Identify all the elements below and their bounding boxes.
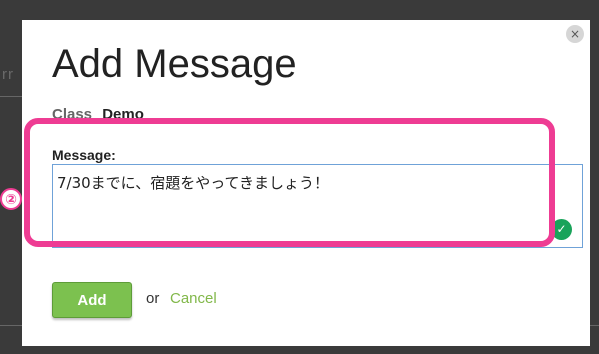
modal-title: Add Message	[52, 42, 297, 86]
message-label: Message:	[52, 147, 116, 163]
close-icon[interactable]: ×	[566, 25, 584, 43]
class-value: Demo	[102, 106, 144, 123]
background-divider	[590, 325, 599, 326]
add-button[interactable]: Add	[52, 282, 132, 318]
background-divider	[0, 96, 22, 97]
or-text: or	[146, 290, 160, 307]
modal-backdrop-bottom	[0, 346, 599, 354]
add-message-modal: × Add Message Class Demo Message: 7/30まで…	[22, 20, 590, 346]
check-circle-icon[interactable]: ✓	[551, 219, 572, 240]
background-divider	[0, 325, 22, 326]
cancel-link[interactable]: Cancel	[170, 290, 217, 307]
class-info: Class Demo	[52, 106, 144, 123]
modal-backdrop-left	[0, 0, 22, 354]
message-textarea[interactable]: 7/30までに、宿題をやってきましょう！	[52, 164, 583, 248]
class-label: Class	[52, 106, 93, 123]
annotation-step-marker: ②	[0, 188, 22, 210]
modal-backdrop-right	[590, 0, 599, 354]
modal-backdrop-top	[0, 0, 599, 20]
background-partial-text: rr	[2, 66, 14, 83]
